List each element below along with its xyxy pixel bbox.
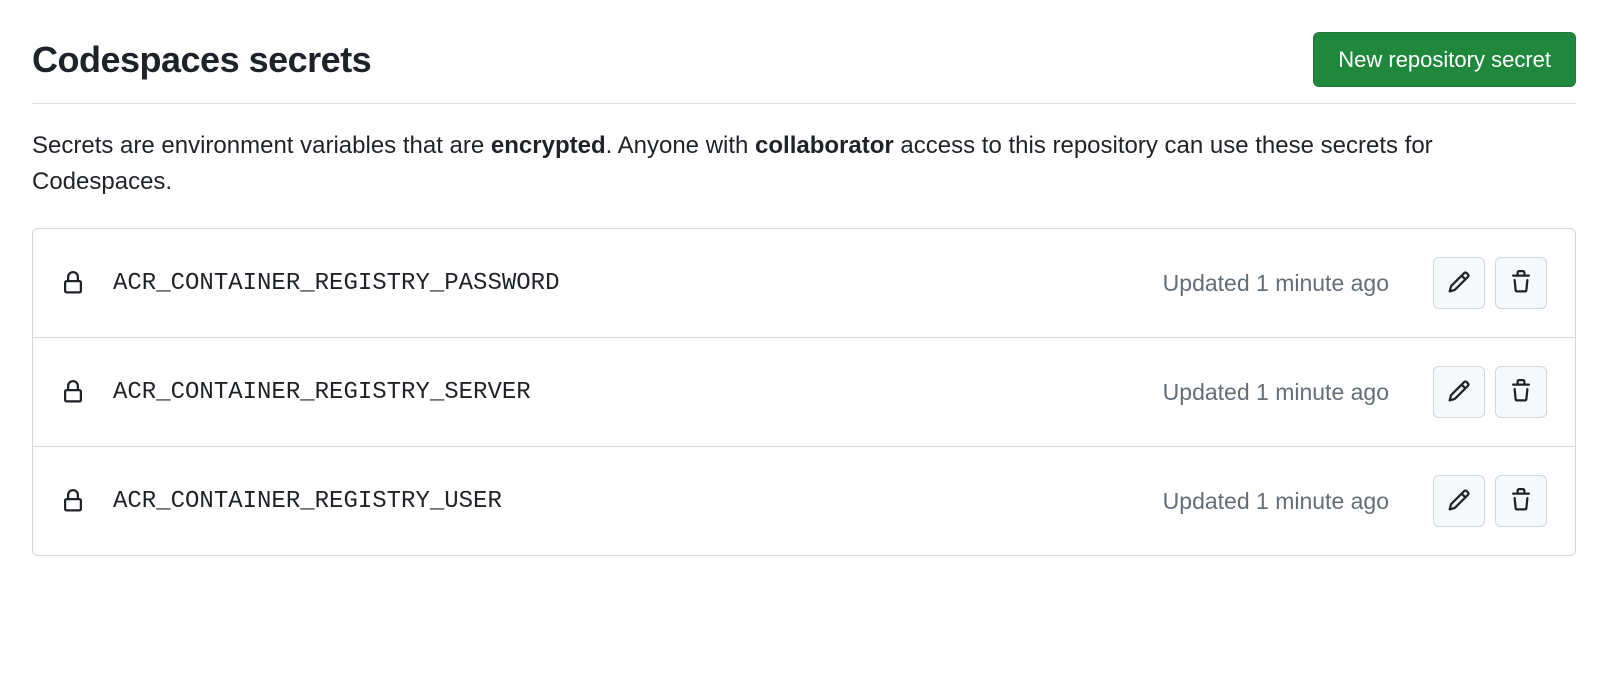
delete-secret-button[interactable] [1495,475,1547,527]
secret-updated: Updated 1 minute ago [1163,488,1389,515]
description-bold-encrypted: encrypted [491,132,606,159]
lock-icon [61,380,85,404]
pencil-icon [1447,488,1471,515]
secret-actions [1433,475,1547,527]
secret-row: ACR_CONTAINER_REGISTRY_SERVER Updated 1 … [33,338,1575,447]
pencil-icon [1447,379,1471,406]
secret-updated: Updated 1 minute ago [1163,379,1389,406]
edit-secret-button[interactable] [1433,475,1485,527]
description-bold-collaborator: collaborator [755,132,894,159]
lock-icon [61,489,85,513]
delete-secret-button[interactable] [1495,257,1547,309]
trash-icon [1509,488,1533,515]
delete-secret-button[interactable] [1495,366,1547,418]
description-prefix: Secrets are environment variables that a… [32,132,491,159]
secret-updated: Updated 1 minute ago [1163,270,1389,297]
new-repository-secret-button[interactable]: New repository secret [1313,32,1576,87]
trash-icon [1509,379,1533,406]
pencil-icon [1447,270,1471,297]
secret-actions [1433,257,1547,309]
secret-name: ACR_CONTAINER_REGISTRY_PASSWORD [113,270,1135,297]
secret-row: ACR_CONTAINER_REGISTRY_PASSWORD Updated … [33,229,1575,338]
trash-icon [1509,270,1533,297]
secret-actions [1433,366,1547,418]
description-mid: . Anyone with [606,132,755,159]
edit-secret-button[interactable] [1433,257,1485,309]
secret-name: ACR_CONTAINER_REGISTRY_USER [113,488,1135,515]
secret-name: ACR_CONTAINER_REGISTRY_SERVER [113,379,1135,406]
page-title: Codespaces secrets [32,39,371,81]
edit-secret-button[interactable] [1433,366,1485,418]
page-header: Codespaces secrets New repository secret [32,32,1576,104]
lock-icon [61,271,85,295]
secret-row: ACR_CONTAINER_REGISTRY_USER Updated 1 mi… [33,447,1575,555]
secrets-list: ACR_CONTAINER_REGISTRY_PASSWORD Updated … [32,228,1576,556]
description-text: Secrets are environment variables that a… [32,128,1576,200]
